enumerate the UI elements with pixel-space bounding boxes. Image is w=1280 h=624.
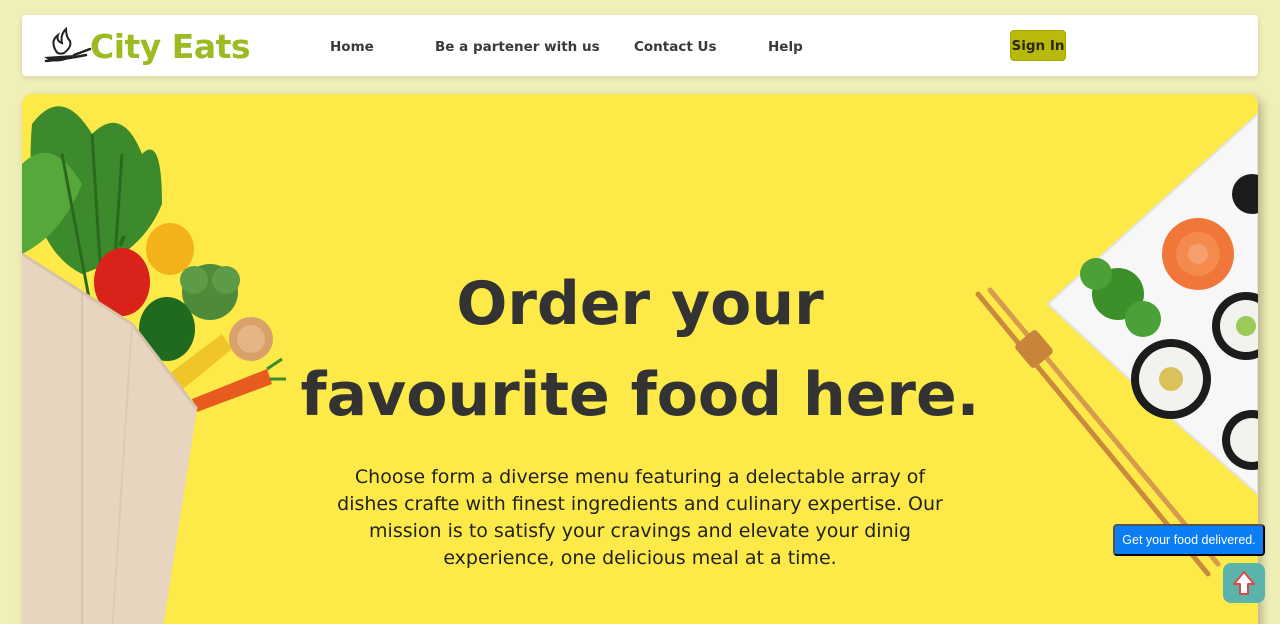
nav-help[interactable]: Help [768,39,803,55]
hero-title-line2: favourite food here. [300,360,980,430]
nav-home[interactable]: Home [330,39,374,55]
arrow-up-icon [1233,571,1255,595]
navbar: City Eats Home Be a partener with us Con… [22,15,1258,76]
nav-contact[interactable]: Contact Us [634,39,717,55]
scroll-to-top-button[interactable] [1223,563,1265,603]
sign-in-button[interactable]: Sign In [1010,30,1066,61]
brand-logo[interactable]: City Eats [40,25,251,67]
hero-description: Choose form a diverse menu featuring a d… [337,466,943,569]
hero-banner: Order your favourite food here. Choose f… [22,94,1258,624]
hero-title-line1: Order your [456,269,824,339]
chef-pan-icon [44,26,92,63]
hero-title: Order your favourite food here. [22,259,1258,441]
brand-name: City Eats [90,26,251,66]
nav-partner[interactable]: Be a partener with us [435,39,600,55]
get-delivered-button[interactable]: Get your food delivered. [1113,524,1265,556]
